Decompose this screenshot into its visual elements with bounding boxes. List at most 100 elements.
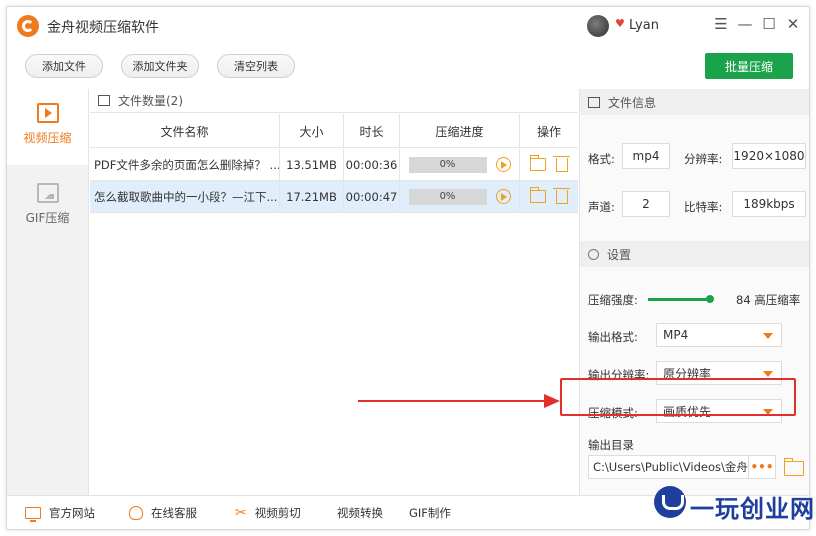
app-window: 金舟视频压缩软件 ♥ Lyan ☰ — ☐ ✕ 添加文件 添加文件夹 清空列表 … (6, 6, 810, 530)
toolbar: 添加文件 添加文件夹 清空列表 批量压缩 (7, 47, 809, 87)
sidebar: 视频压缩 GIF压缩 (7, 89, 89, 495)
minimize-icon[interactable]: — (737, 16, 753, 32)
table-row[interactable]: 怎么截取歌曲中的一小段？—江下... 17.21MB 00:00:47 0% (90, 181, 578, 213)
file-info-header: 文件信息 (580, 89, 809, 115)
file-name: PDF文件多余的页面怎么删除掉？ ... (90, 149, 280, 180)
watermark-logo-icon (654, 486, 686, 518)
strength-slider-thumb[interactable] (706, 295, 714, 303)
strength-label: 压缩强度: (588, 293, 638, 307)
file-size: 13.51MB (280, 149, 344, 180)
menu-icon[interactable]: ☰ (713, 16, 729, 32)
output-dir-value: C:\Users\Public\Videos\金舟视 (593, 460, 760, 474)
resolution-value: 1920×1080 (732, 143, 806, 169)
watermark-text: 一玩创业网 (690, 494, 815, 523)
column-header-progress: 压缩进度 (400, 114, 520, 148)
bitrate-value: 189kbps (732, 191, 806, 217)
output-dir-label: 输出目录 (588, 438, 634, 452)
file-name: 怎么截取歌曲中的一小段？—江下... (90, 181, 280, 212)
annotation-arrow (358, 400, 546, 402)
official-site-link[interactable]: 官方网站 (25, 505, 95, 522)
play-icon[interactable] (495, 157, 511, 172)
annotation-arrow-head (544, 394, 560, 408)
output-format-value: MP4 (663, 328, 689, 342)
clear-list-button[interactable]: 清空列表 (217, 54, 295, 78)
delete-icon[interactable] (553, 187, 570, 204)
file-size: 17.21MB (280, 181, 344, 212)
bottom-bar: 官方网站 在线客服 ✂ 视频剪切 视频转换 GIF制作 (7, 495, 809, 529)
gif-make-link[interactable]: GIF制作 (409, 505, 451, 521)
file-count-label: 文件数量(2) (118, 94, 183, 108)
open-folder-icon[interactable] (529, 187, 546, 203)
monitor-icon (25, 507, 41, 522)
file-count-header: 文件数量(2) (90, 89, 578, 113)
sidebar-item-label: GIF压缩 (25, 211, 70, 225)
right-panel: 文件信息 格式: mp4 分辨率: 1920×1080 声道: 2 比特率: 1… (579, 89, 809, 495)
table-row[interactable]: PDF文件多余的页面怎么删除掉？ ... 13.51MB 00:00:36 0% (90, 149, 578, 181)
app-title: 金舟视频压缩软件 (47, 20, 159, 36)
app-logo-icon (17, 15, 39, 37)
vip-heart-icon: ♥ (615, 17, 625, 30)
image-icon (36, 183, 59, 203)
gif-make-label: GIF制作 (409, 506, 451, 520)
highlight-box (560, 378, 796, 416)
add-folder-button[interactable]: 添加文件夹 (121, 54, 199, 78)
resolution-label: 分辨率: (684, 152, 723, 166)
file-duration: 00:00:36 (344, 149, 400, 180)
browse-button[interactable]: ••• (748, 455, 776, 479)
format-value: mp4 (622, 143, 670, 169)
channel-value: 2 (622, 191, 670, 217)
file-info-title: 文件信息 (608, 95, 657, 110)
info-icon (588, 96, 600, 108)
video-convert-link[interactable]: 视频转换 (337, 505, 383, 521)
list-icon (98, 95, 110, 106)
settings-title: 设置 (607, 247, 632, 262)
actions-cell (520, 181, 578, 212)
settings-header: 设置 (580, 241, 809, 267)
output-format-label: 输出格式: (588, 330, 638, 344)
online-service-label: 在线客服 (151, 506, 197, 520)
progress-bar: 0% (408, 156, 487, 173)
username[interactable]: Lyan (629, 18, 659, 33)
format-label: 格式: (588, 152, 615, 166)
bitrate-label: 比特率: (684, 200, 723, 214)
progress-text: 0% (439, 159, 456, 170)
add-file-button[interactable]: 添加文件 (25, 54, 103, 78)
delete-icon[interactable] (553, 155, 570, 172)
open-folder-icon[interactable] (529, 155, 546, 171)
video-cut-link[interactable]: ✂ 视频剪切 (235, 505, 301, 521)
batch-compress-button[interactable]: 批量压缩 (705, 53, 793, 79)
strength-value: 84 高压缩率 (736, 293, 801, 307)
progress-bar: 0% (408, 188, 487, 205)
maximize-icon[interactable]: ☐ (761, 16, 777, 32)
column-header-size: 大小 (280, 114, 344, 148)
table-header: 文件名称 大小 时长 压缩进度 操作 (90, 114, 578, 148)
actions-cell (520, 149, 578, 180)
close-icon[interactable]: ✕ (785, 16, 801, 32)
sidebar-item-gif-compress[interactable]: GIF压缩 (7, 169, 88, 245)
progress-cell: 0% (400, 181, 520, 212)
channel-label: 声道: (588, 200, 615, 214)
column-header-name: 文件名称 (90, 114, 280, 148)
settings-radio-icon (588, 248, 599, 260)
strength-slider-track[interactable] (648, 298, 710, 301)
video-convert-label: 视频转换 (337, 506, 383, 520)
file-duration: 00:00:47 (344, 181, 400, 212)
scissors-icon: ✂ (235, 505, 247, 521)
video-cut-label: 视频剪切 (254, 506, 301, 520)
video-play-icon (36, 103, 59, 123)
online-service-link[interactable]: 在线客服 (129, 505, 197, 521)
sidebar-item-video-compress[interactable]: 视频压缩 (7, 89, 88, 165)
play-icon[interactable] (495, 189, 511, 204)
column-header-duration: 时长 (344, 114, 400, 148)
customer-service-icon (129, 506, 143, 520)
official-site-label: 官方网站 (49, 506, 95, 520)
title-bar: 金舟视频压缩软件 ♥ Lyan ☰ — ☐ ✕ (7, 7, 809, 45)
progress-cell: 0% (400, 149, 520, 180)
column-header-actions: 操作 (536, 124, 561, 139)
chevron-down-icon (763, 371, 773, 377)
open-output-folder-icon[interactable] (783, 458, 804, 476)
avatar[interactable] (587, 15, 609, 37)
output-format-select[interactable]: MP4 (656, 323, 782, 347)
progress-text: 0% (439, 191, 456, 202)
sidebar-item-label: 视频压缩 (23, 131, 72, 145)
